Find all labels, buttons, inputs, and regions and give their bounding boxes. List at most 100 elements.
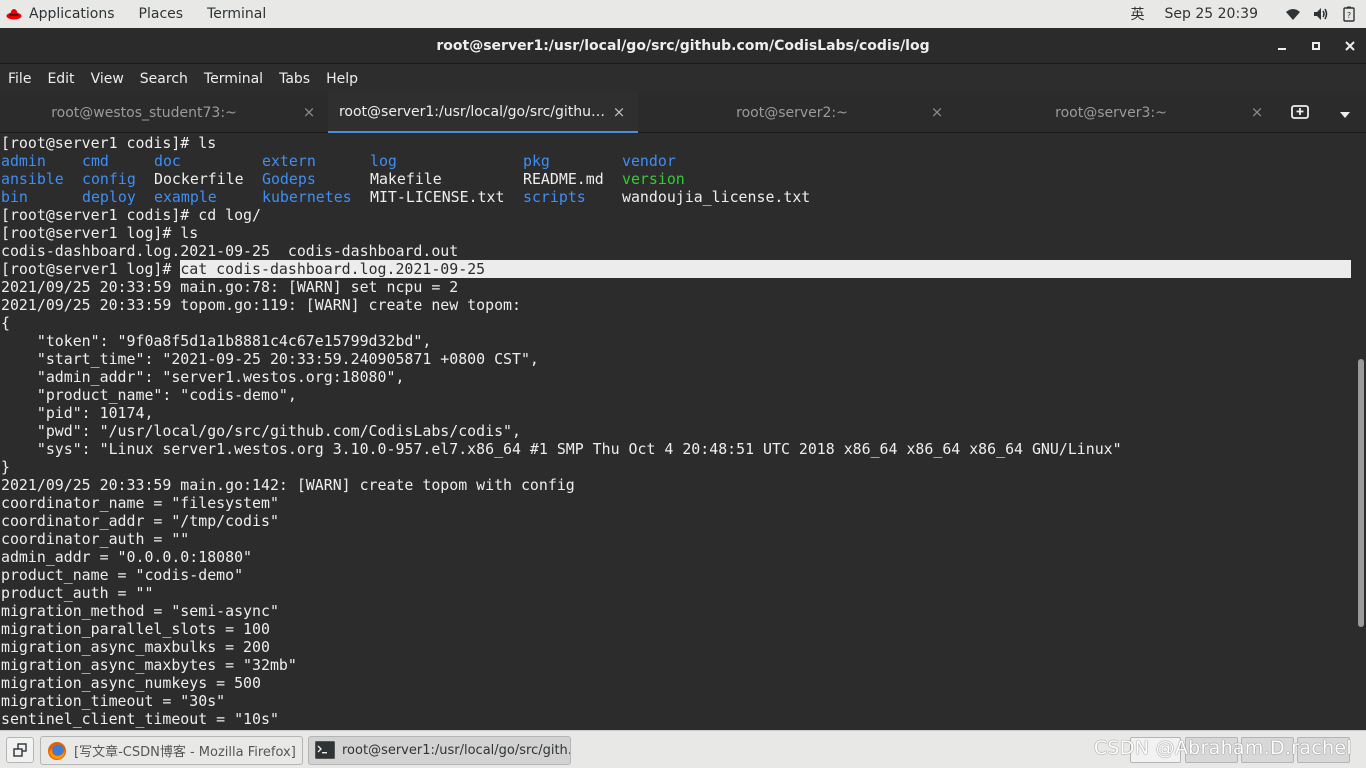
tab-westos-student73[interactable]: root@westos_student73:~ ×	[0, 93, 328, 133]
terminal-line: "pwd": "/usr/local/go/src/github.com/Cod…	[1, 422, 521, 440]
taskbar-firefox[interactable]: [写文章-CSDN博客 - Mozilla Firefox]	[40, 736, 303, 765]
menu-search[interactable]: Search	[132, 64, 196, 93]
terminal-line: "product_name": "codis-demo",	[1, 386, 297, 404]
wifi-icon[interactable]	[1284, 5, 1302, 23]
task-label: [写文章-CSDN博客 - Mozilla Firefox]	[74, 745, 296, 760]
firefox-icon	[47, 741, 67, 761]
ls-entry: deploy	[82, 188, 136, 206]
ls-entry: doc	[154, 152, 181, 170]
applications-label: Applications	[29, 6, 115, 22]
ls-output: admin cmd doc extern log pkg vendor ansible conf…	[0, 152, 1356, 206]
window-title: root@server1:/usr/local/go/src/github.co…	[436, 37, 930, 54]
terminal-line: coordinator_auth = ""	[1, 530, 190, 548]
terminal-output[interactable]: [root@server1 codis]# ls admin cmd doc exte…	[0, 134, 1356, 730]
input-method-indicator[interactable]: 英	[1131, 4, 1145, 24]
maximize-button[interactable]	[1306, 36, 1326, 56]
ls-entry: version	[622, 170, 685, 188]
terminal-line: "token": "9f0a8f5d1a1b8881c4c67e15799d32…	[1, 332, 432, 350]
clock[interactable]: Sep 25 20:39	[1165, 6, 1258, 22]
terminal-line: migration_method = "semi-async"	[1, 602, 279, 620]
close-tab-icon[interactable]: ×	[930, 105, 944, 120]
tab-server3[interactable]: root@server3:~ ×	[956, 93, 1276, 133]
selected-command: cat codis-dashboard.log.2021-09-25	[180, 260, 486, 278]
terminal-line: {	[1, 314, 10, 332]
redhat-logo-icon	[6, 6, 22, 22]
terminal-line: }	[1, 458, 10, 476]
terminal-scrollbar[interactable]	[1356, 134, 1366, 730]
terminal-line: [root@server1 codis]# ls	[1, 134, 217, 152]
applications-menu[interactable]: Applications	[0, 0, 127, 28]
terminal-line: admin_addr = "0.0.0.0:18080"	[1, 548, 253, 566]
ls-entry: MIT-LICENSE.txt	[370, 188, 505, 206]
system-tray: 英 Sep 25 20:39 ?	[1131, 0, 1358, 28]
terminal-line: "start_time": "2021-09-25 20:33:59.24090…	[1, 350, 539, 368]
close-tab-icon[interactable]: ×	[612, 105, 626, 120]
terminal-line: [root@server1 log]# ls	[1, 224, 199, 242]
terminal-line: "sys": "Linux server1.westos.org 3.10.0-…	[1, 440, 1122, 458]
show-desktop-icon[interactable]	[6, 737, 34, 763]
ls-entry: wandoujia_license.txt	[622, 188, 811, 206]
terminal-line: [root@server1 codis]# cd log/	[1, 206, 261, 224]
terminal-app-label: Terminal	[207, 6, 267, 22]
ls-entry: Dockerfile	[154, 170, 244, 188]
ls-entry: bin	[1, 188, 28, 206]
battery-icon[interactable]: ?	[1340, 5, 1358, 23]
terminal-app-menu[interactable]: Terminal	[195, 0, 278, 28]
places-menu[interactable]: Places	[127, 0, 196, 28]
tab-label: root@server2:~	[736, 105, 848, 121]
terminal-line: 2021/09/25 20:33:59 main.go:78: [WARN] s…	[1, 278, 459, 296]
ls-entry: ansible	[1, 170, 64, 188]
terminal-line: sentinel_client_timeout = "10s"	[1, 710, 279, 728]
volume-icon[interactable]	[1312, 5, 1330, 23]
prompt-text: [root@server1 log]#	[1, 260, 181, 278]
terminal-line: coordinator_name = "filesystem"	[1, 494, 279, 512]
terminal-line: [root@server1 log]# cat codis-dashboard.…	[0, 260, 1356, 278]
ls-entry: kubernetes	[262, 188, 352, 206]
close-window-button[interactable]	[1340, 36, 1360, 56]
ls-entry: Makefile	[370, 170, 442, 188]
menu-file[interactable]: File	[0, 64, 39, 93]
terminal-line: 2021/09/25 20:33:59 topom.go:119: [WARN]…	[1, 296, 521, 314]
terminal-line: product_name = "codis-demo"	[1, 566, 244, 584]
terminal-line: codis-dashboard.log.2021-09-25 codis-das…	[1, 242, 459, 260]
terminal-icon	[315, 740, 335, 761]
menu-view[interactable]: View	[83, 64, 132, 93]
scrollbar-thumb[interactable]	[1358, 359, 1364, 627]
bottom-taskbar: [写文章-CSDN博客 - Mozilla Firefox] root@serv…	[0, 730, 1366, 768]
ls-entry: admin	[1, 152, 46, 170]
terminal-line: migration_timeout = "30s"	[1, 692, 226, 710]
tab-tools	[1276, 93, 1366, 133]
tab-server1[interactable]: root@server1:/usr/local/go/src/githu… ×	[328, 93, 638, 133]
menu-tabs[interactable]: Tabs	[271, 64, 318, 93]
close-tab-icon[interactable]: ×	[1250, 105, 1264, 120]
ls-entry: scripts	[523, 188, 586, 206]
svg-text:?: ?	[1347, 11, 1351, 20]
tab-label: root@westos_student73:~	[51, 105, 237, 121]
menu-help[interactable]: Help	[318, 64, 366, 93]
tab-list-chevron-icon[interactable]	[1339, 104, 1351, 123]
places-label: Places	[138, 6, 184, 22]
taskbar-terminal[interactable]: root@server1:/usr/local/go/src/gith...	[308, 736, 571, 765]
menu-terminal[interactable]: Terminal	[196, 64, 271, 93]
menu-edit[interactable]: Edit	[39, 64, 82, 93]
close-tab-icon[interactable]: ×	[302, 105, 316, 120]
window-titlebar[interactable]: root@server1:/usr/local/go/src/github.co…	[0, 28, 1366, 64]
new-tab-icon[interactable]	[1291, 103, 1309, 123]
terminal-line: "admin_addr": "server1.westos.org:18080"…	[1, 368, 405, 386]
terminal-line: migration_parallel_slots = 100	[1, 620, 270, 638]
tab-label: root@server1:/usr/local/go/src/githu…	[338, 104, 606, 120]
terminal-line: 2021/09/25 20:33:59 main.go:142: [WARN] …	[1, 476, 575, 494]
terminal-line: "pid": 10174,	[1, 404, 154, 422]
tab-server2[interactable]: root@server2:~ ×	[638, 93, 956, 133]
ls-entry: pkg	[523, 152, 550, 170]
terminal-line: migration_async_numkeys = 500	[1, 674, 261, 692]
ls-entry: example	[154, 188, 217, 206]
ls-entry: config	[82, 170, 136, 188]
minimize-button[interactable]	[1272, 36, 1292, 56]
ls-entry: Godeps	[262, 170, 316, 188]
ls-entry: log	[370, 152, 397, 170]
csdn-watermark: CSDN @Abraham.D.rachel	[1093, 737, 1352, 759]
ls-entry: extern	[262, 152, 316, 170]
menu-bar: File Edit View Search Terminal Tabs Help	[0, 64, 1366, 93]
tab-label: root@server3:~	[1055, 105, 1167, 121]
